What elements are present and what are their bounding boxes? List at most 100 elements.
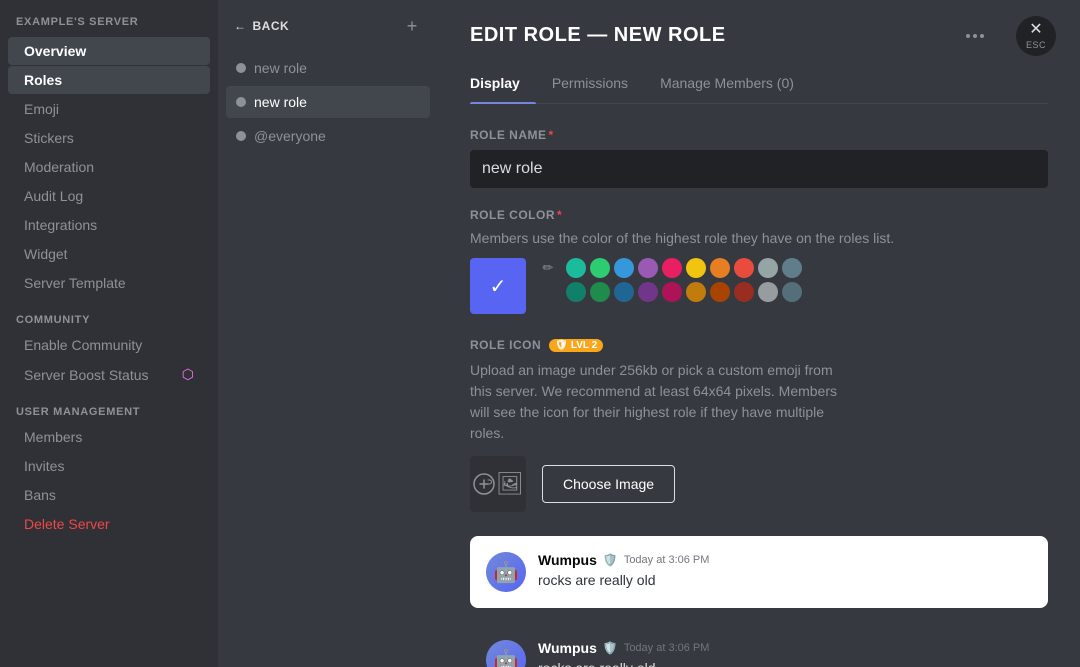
sidebar-item-enable-community[interactable]: Enable Community <box>8 331 210 359</box>
sidebar-item-emoji[interactable]: Emoji <box>8 95 210 123</box>
avatar: 🤖 <box>486 552 526 592</box>
color-swatch[interactable] <box>686 282 706 302</box>
preview-white: 🤖 Wumpus 🛡️ Today at 3:06 PM rocks are r… <box>470 536 1048 608</box>
color-swatch[interactable] <box>758 258 778 278</box>
sidebar-item-stickers[interactable]: Stickers <box>8 124 210 152</box>
preview-name-row-dark: Wumpus 🛡️ Today at 3:06 PM <box>538 640 1032 656</box>
back-button[interactable]: ← BACK <box>234 19 289 33</box>
color-swatch[interactable] <box>614 282 634 302</box>
sidebar-item-server-template[interactable]: Server Template <box>8 269 210 297</box>
role-icon-section: ROLE ICON 🛡 LVL 2 Upload an image under … <box>470 338 1048 512</box>
preview-name-row: Wumpus 🛡️ Today at 3:06 PM <box>538 552 1032 568</box>
preview-role-badge-icon-dark: 🛡️ <box>603 641 618 655</box>
tab-display[interactable]: Display <box>470 67 536 103</box>
color-swatch[interactable] <box>782 258 802 278</box>
color-swatch[interactable] <box>662 258 682 278</box>
role-color-section: ROLE COLOR* Members use the color of the… <box>470 208 1048 314</box>
close-icon: ✕ <box>1029 22 1042 38</box>
color-swatch[interactable] <box>758 282 778 302</box>
sidebar-item-delete-server[interactable]: Delete Server <box>8 510 210 538</box>
preview-dark: 🤖 Wumpus 🛡️ Today at 3:06 PM rocks are r… <box>470 624 1048 667</box>
sidebar-item-widget[interactable]: Widget <box>8 240 210 268</box>
sidebar-item-invites[interactable]: Invites <box>8 452 210 480</box>
required-marker: * <box>549 128 554 142</box>
more-dot <box>966 34 970 38</box>
checkmark-icon: ✓ <box>490 274 507 299</box>
color-swatch[interactable] <box>590 258 610 278</box>
sidebar-item-bans[interactable]: Bans <box>8 481 210 509</box>
color-row-2 <box>538 282 802 302</box>
lvl-badge: 🛡 LVL 2 <box>549 339 603 352</box>
role-name-label: ROLE NAME* <box>470 128 1048 142</box>
sidebar-item-overview[interactable]: Overview <box>8 37 210 65</box>
role-item-new-role-2[interactable]: new role <box>226 86 430 118</box>
middle-panel: ← BACK + new role new role @everyone <box>218 0 438 667</box>
color-swatch[interactable] <box>710 282 730 302</box>
icon-upload-area: 🖼 Choose Image <box>470 456 1048 512</box>
role-color-desc: Members use the color of the highest rol… <box>470 230 1048 246</box>
color-swatch[interactable] <box>590 282 610 302</box>
sidebar-item-integrations[interactable]: Integrations <box>8 211 210 239</box>
preview-role-badge-icon: 🛡️ <box>603 553 618 567</box>
main-content: ✕ ESC EDIT ROLE — NEW ROLE Display Permi… <box>438 0 1080 667</box>
role-label: new role <box>254 60 307 76</box>
selected-color-box[interactable]: ✓ <box>470 258 526 314</box>
more-options-button[interactable] <box>958 30 992 42</box>
role-icon-label: ROLE ICON <box>470 338 541 352</box>
role-label: new role <box>254 94 307 110</box>
role-item-everyone[interactable]: @everyone <box>226 120 430 152</box>
avatar: 🤖 <box>486 640 526 667</box>
color-swatch[interactable] <box>686 258 706 278</box>
tab-permissions[interactable]: Permissions <box>536 67 644 103</box>
role-dot <box>236 97 246 107</box>
preview-timestamp: Today at 3:06 PM <box>624 554 710 566</box>
color-swatch[interactable] <box>662 282 682 302</box>
color-swatch[interactable] <box>566 282 586 302</box>
color-swatch[interactable] <box>638 282 658 302</box>
role-name-input[interactable] <box>470 150 1048 188</box>
role-color-label: ROLE COLOR* <box>470 208 1048 222</box>
color-swatch[interactable] <box>614 258 634 278</box>
color-swatch[interactable] <box>734 258 754 278</box>
pen-icon[interactable]: ✏ <box>538 258 558 278</box>
esc-button[interactable]: ✕ ESC <box>1016 16 1056 56</box>
tabs: Display Permissions Manage Members (0) <box>470 67 1048 104</box>
server-boost-label: Server Boost Status <box>24 367 149 383</box>
color-swatch[interactable] <box>734 282 754 302</box>
sidebar-item-members[interactable]: Members <box>8 423 210 451</box>
choose-image-button[interactable]: Choose Image <box>542 465 675 503</box>
role-item-new-role-1[interactable]: new role <box>226 52 430 84</box>
preview-username-dark: Wumpus <box>538 640 597 656</box>
sidebar-item-server-boost[interactable]: Server Boost Status ⬡ <box>8 360 210 389</box>
color-swatch[interactable] <box>566 258 586 278</box>
more-dot <box>973 34 977 38</box>
sidebar-item-audit-log[interactable]: Audit Log <box>8 182 210 210</box>
color-swatch[interactable] <box>638 258 658 278</box>
preview-message-dark: rocks are really old <box>538 660 1032 667</box>
add-role-button[interactable]: + <box>402 16 422 36</box>
shield-icon: 🛡 <box>555 340 568 351</box>
role-icon-desc: Upload an image under 256kb or pick a cu… <box>470 360 850 444</box>
color-grid: ✏ <box>538 258 802 302</box>
sidebar-item-moderation[interactable]: Moderation <box>8 153 210 181</box>
required-marker: * <box>557 208 562 222</box>
user-management-section-label: USER MANAGEMENT <box>0 390 218 422</box>
tab-manage-members[interactable]: Manage Members (0) <box>644 67 810 103</box>
esc-label: ESC <box>1026 40 1046 50</box>
community-section-label: COMMUNITY <box>0 298 218 330</box>
role-icon-label-row: ROLE ICON 🛡 LVL 2 <box>470 338 1048 352</box>
preview-content-dark: Wumpus 🛡️ Today at 3:06 PM rocks are rea… <box>538 640 1032 667</box>
back-label: BACK <box>253 19 290 33</box>
preview-message: rocks are really old <box>538 572 1032 588</box>
icon-preview: 🖼 <box>470 456 526 512</box>
color-row-1: ✏ <box>538 258 802 278</box>
back-header: ← BACK + <box>226 16 430 52</box>
preview-username: Wumpus <box>538 552 597 568</box>
color-swatch[interactable] <box>710 258 730 278</box>
preview-content: Wumpus 🛡️ Today at 3:06 PM rocks are rea… <box>538 552 1032 588</box>
role-label: @everyone <box>254 128 326 144</box>
sidebar-item-roles[interactable]: Roles <box>8 66 210 94</box>
color-swatch[interactable] <box>782 282 802 302</box>
left-sidebar: EXAMPLE'S SERVER Overview Roles Emoji St… <box>0 0 218 667</box>
preview-timestamp-dark: Today at 3:06 PM <box>624 642 710 654</box>
